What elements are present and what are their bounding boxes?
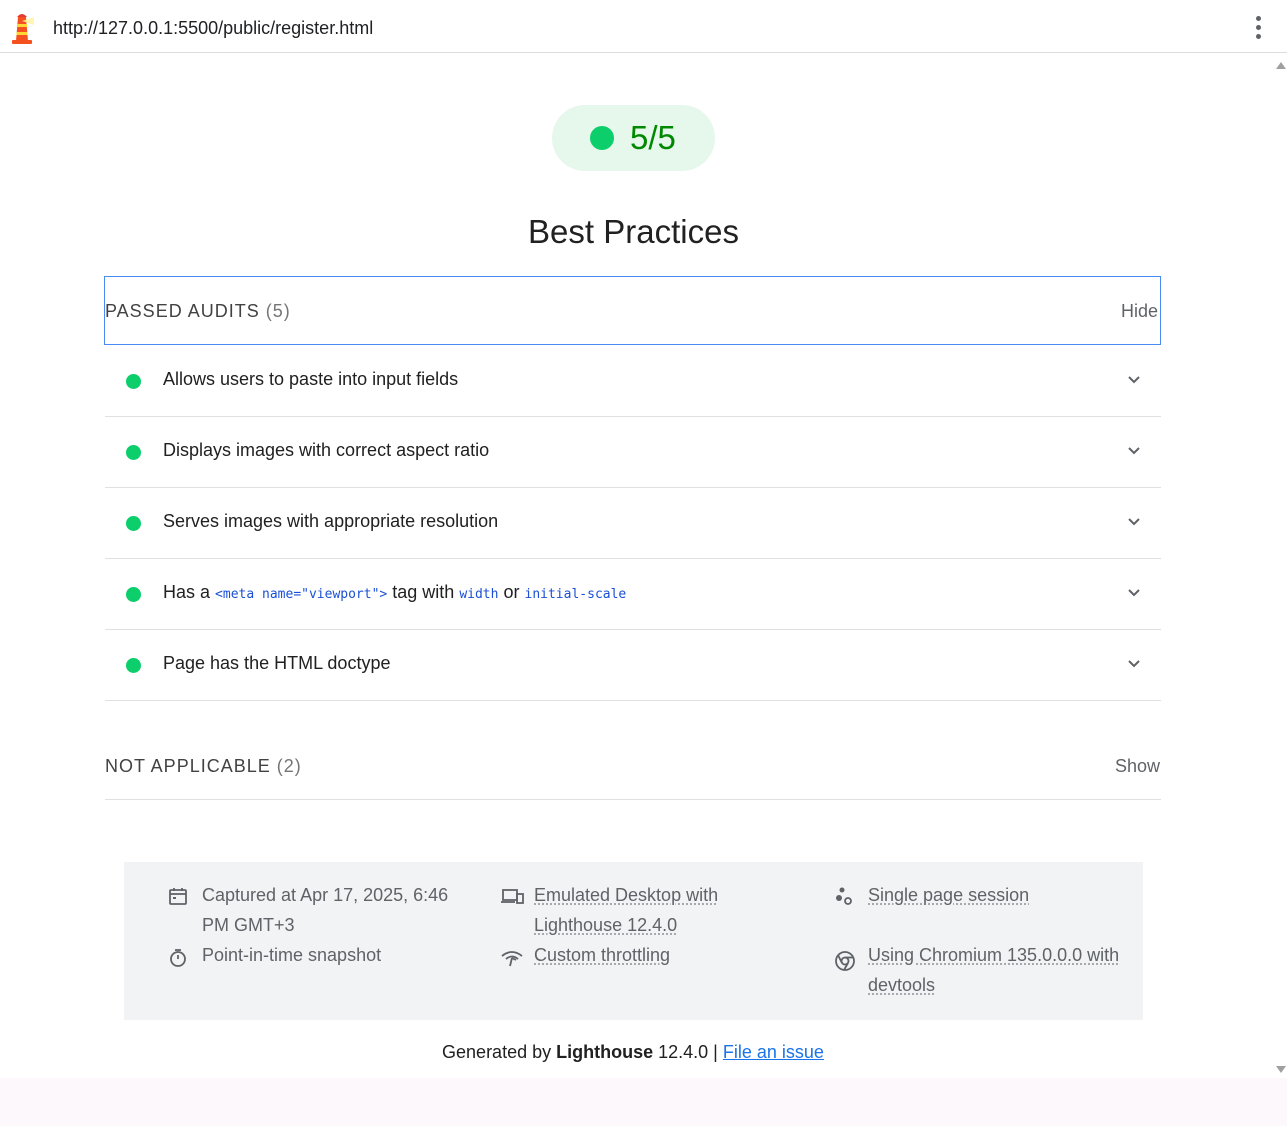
devices-icon <box>501 889 524 904</box>
code-width: width <box>459 587 499 602</box>
audit-label: Page has the HTML doctype <box>163 653 391 673</box>
calendar-icon <box>169 888 187 905</box>
chevron-down-icon[interactable] <box>1126 372 1142 388</box>
url-bar: http://127.0.0.1:5500/public/register.ht… <box>0 0 1287 53</box>
throttling: Custom throttling <box>500 940 800 970</box>
page-bottom-area <box>0 1078 1287 1126</box>
captured-at: Captured at Apr 17, 2025, 6:46 PM GMT+3 <box>168 880 468 940</box>
audit-label: Has a <meta name="viewport"> tag with wi… <box>163 582 627 602</box>
passed-audits-header[interactable]: PASSED AUDITS (5) Hide <box>104 276 1161 345</box>
audit-label: Serves images with appropriate resolutio… <box>163 511 499 531</box>
pass-dot-icon <box>126 658 141 673</box>
pass-dot-icon <box>126 445 141 460</box>
audit-row[interactable]: Has a <meta name="viewport"> tag with wi… <box>105 559 1161 630</box>
runtime-settings: Captured at Apr 17, 2025, 6:46 PM GMT+3 … <box>124 862 1143 1020</box>
session-icon <box>836 887 852 905</box>
file-issue-link[interactable]: File an issue <box>723 1042 824 1062</box>
lighthouse-brand: Lighthouse <box>556 1042 654 1062</box>
score-value: 5/5 <box>630 119 676 156</box>
audit-row[interactable]: Displays images with correct aspect rati… <box>105 417 1161 488</box>
device-emulation: Emulated Desktop with Lighthouse 12.4.0 <box>500 880 800 940</box>
passed-audits-count: (5) <box>265 301 291 321</box>
chevron-down-icon[interactable] <box>1126 656 1142 672</box>
chevron-down-icon[interactable] <box>1126 585 1142 601</box>
code-initial-scale: initial-scale <box>524 587 627 602</box>
url-text: http://127.0.0.1:5500/public/register.ht… <box>53 18 374 38</box>
chevron-down-icon[interactable] <box>1126 443 1142 459</box>
session-type: Single page session <box>834 880 1134 910</box>
chrome-icon <box>835 951 855 971</box>
network-icon <box>501 951 523 967</box>
stopwatch-icon <box>170 949 186 967</box>
pass-dot-icon <box>590 126 614 150</box>
audit-label: Displays images with correct aspect rati… <box>163 440 490 460</box>
audit-row[interactable]: Serves images with appropriate resolutio… <box>105 488 1161 559</box>
code-meta-viewport: <meta name="viewport"> <box>215 587 388 602</box>
scroll-down-arrow-icon[interactable] <box>1276 1066 1286 1073</box>
category-title: Best Practices <box>528 213 739 250</box>
chevron-down-icon[interactable] <box>1126 514 1142 530</box>
pass-dot-icon <box>126 516 141 531</box>
not-applicable-title: NOT APPLICABLE (2) <box>105 756 302 776</box>
passed-audits-title: PASSED AUDITS (5) <box>105 301 291 321</box>
pass-dot-icon <box>126 587 141 602</box>
show-button[interactable]: Show <box>1115 756 1160 777</box>
score-badge: 5/5 <box>552 105 715 171</box>
pass-dot-icon <box>126 374 141 389</box>
kebab-menu-icon[interactable] <box>1252 16 1264 44</box>
not-applicable-header[interactable]: NOT APPLICABLE (2) Show <box>105 734 1161 800</box>
hide-button[interactable]: Hide <box>1121 301 1158 322</box>
snapshot-mode: Point-in-time snapshot <box>168 940 468 970</box>
lighthouse-icon <box>12 14 34 44</box>
audit-label: Allows users to paste into input fields <box>163 369 459 389</box>
audit-row[interactable]: Page has the HTML doctype <box>105 630 1161 701</box>
scroll-up-arrow-icon[interactable] <box>1276 62 1286 69</box>
audit-row[interactable]: Allows users to paste into input fields <box>105 346 1161 417</box>
not-applicable-count: (2) <box>276 756 302 776</box>
chromium-version: Using Chromium 135.0.0.0 with devtools <box>834 940 1134 1000</box>
report-footer: Generated by Lighthouse 12.4.0 | File an… <box>442 1042 824 1062</box>
